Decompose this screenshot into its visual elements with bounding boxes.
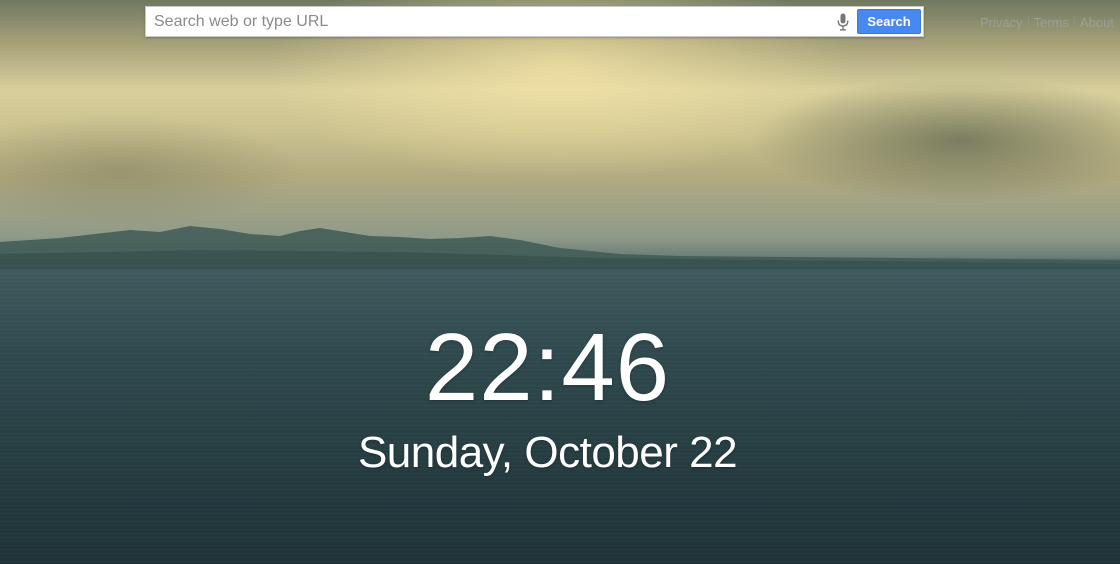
- search-bar: Search: [145, 6, 924, 37]
- about-link[interactable]: About: [1080, 15, 1114, 30]
- clock-date: Sunday, October 22: [357, 428, 738, 477]
- privacy-link[interactable]: Privacy: [980, 15, 1023, 30]
- link-divider: [1027, 16, 1029, 28]
- footer-links: Privacy Terms About: [980, 14, 1114, 30]
- clock-time: 22:46: [424, 314, 671, 421]
- distant-mountains: [0, 226, 1120, 270]
- search-input[interactable]: [154, 11, 824, 33]
- terms-link[interactable]: Terms: [1034, 15, 1069, 30]
- search-button[interactable]: Search: [857, 9, 921, 34]
- link-divider: [1074, 16, 1076, 28]
- microphone-icon[interactable]: [837, 13, 849, 31]
